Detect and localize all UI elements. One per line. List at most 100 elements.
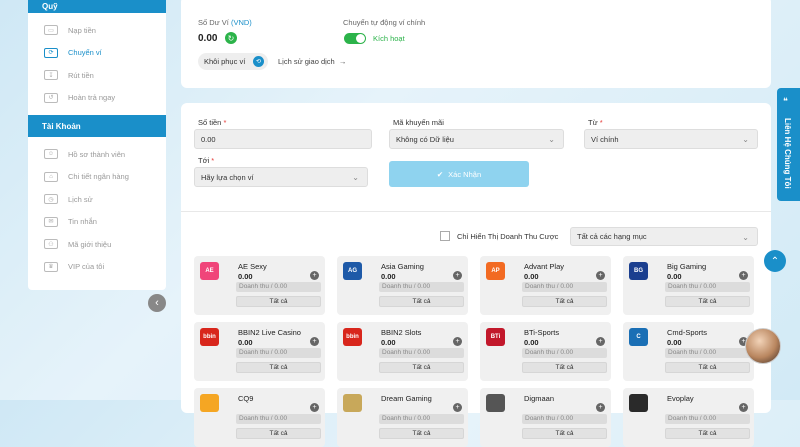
transfer-all-button[interactable]: Tất cả [665,428,750,439]
revenue-field: Doanh thu / 0.00 [379,348,464,358]
amount-input[interactable]: 0.00 [194,129,372,149]
add-funds-icon[interactable]: + [453,337,462,346]
add-funds-icon[interactable]: + [739,271,748,280]
add-funds-icon[interactable]: + [453,271,462,280]
sidebar-item-label: Tin nhắn [68,217,97,227]
provider-name: Dream Gaming [381,394,432,403]
game-wallet-card: Evoplay + Doanh thu / 0.00 Tất cả [623,388,754,447]
chat-bubble-icon: ❝ [783,96,788,106]
sidebar-item-rebate[interactable]: ↺ Hoàn trả ngay [28,87,166,110]
provider-name: BBIN2 Live Casino [238,328,301,337]
sidebar-item-history[interactable]: ◷ Lịch sử [28,188,166,211]
transfer-all-button[interactable]: Tất cả [522,428,607,439]
add-funds-icon[interactable]: + [596,403,605,412]
transfer-all-button[interactable]: Tất cả [379,362,464,373]
revenue-field: Doanh thu / 0.00 [522,348,607,358]
restore-wallet-button[interactable]: Khôi phục ví ⟲ [198,53,268,70]
balance-label: Số Dư Ví (VND) [198,18,252,27]
add-funds-icon[interactable]: + [310,337,319,346]
provider-logo-icon: bbin [200,328,219,346]
transfer-all-button[interactable]: Tất cả [379,296,464,307]
provider-logo-icon [200,394,219,412]
to-select[interactable]: Hãy lựa chọn ví ⌄ [194,167,368,187]
sidebar-item-transfer[interactable]: ⟳ Chuyển ví [28,42,166,65]
required-mark: * [223,118,227,127]
game-wallet-card: CQ9 + Doanh thu / 0.00 Tất cả [194,388,325,447]
game-wallet-card: BTi BTi-Sports 0.00 + Doanh thu / 0.00 Tất cả [480,322,611,381]
provider-name: Asia Gaming [381,262,424,271]
game-wallet-card: AG Asia Gaming 0.00 + Doanh thu / 0.00 Tất cả [337,256,468,315]
from-value: Ví chính [591,134,619,144]
sidebar-item-withdraw[interactable]: ↧ Rút tiền [28,64,166,87]
bank-icon: ⌂ [44,171,58,182]
account-section-header: Tài Khoản [28,115,166,137]
arrow-right-icon: → [338,57,347,66]
amount-label-text: Số tiền [198,118,222,127]
check-icon: ✔ [436,169,444,179]
provider-logo-icon: AP [486,262,505,280]
provider-name: Digmaan [524,394,555,403]
transfer-all-button[interactable]: Tất cả [522,296,607,307]
game-wallet-card: Dream Gaming + Doanh thu / 0.00 Tất cả [337,388,468,447]
promo-select[interactable]: Không có Dữ liệu ⌄ [389,129,564,149]
required-mark: * [211,156,215,165]
refresh-icon[interactable]: ↻ [225,32,237,44]
confirm-button[interactable]: ✔ Xác Nhận [389,161,529,187]
revenue-only-checkbox[interactable] [440,231,450,241]
auto-transfer-label: Chuyển tự động ví chính [343,18,426,27]
sidebar-item-label: Hoàn trả ngay [68,93,116,103]
provider-balance: 0.00 [238,272,253,281]
sidebar-item-label: Hồ sơ thành viên [68,149,126,159]
transfer-all-button[interactable]: Tất cả [236,296,321,307]
game-wallet-card: C Cmd-Sports 0.00 + Doanh thu / 0.00 Tất cả [623,322,754,381]
transfer-all-button[interactable]: Tất cả [379,428,464,439]
to-value: Hãy lựa chọn ví [201,172,254,182]
amount-value: 0.00 [201,134,216,144]
sidebar-item-deposit[interactable]: ▭ Nạp tiền [28,19,166,42]
add-funds-icon[interactable]: + [310,403,319,412]
contact-us-tab[interactable]: ❝ Liên Hệ Chúng Tôi [777,88,800,201]
transfer-all-button[interactable]: Tất cả [665,296,750,307]
add-funds-icon[interactable]: + [596,271,605,280]
history-icon: ◷ [44,194,58,205]
sidebar-item-profile[interactable]: ☺ Hồ sơ thành viên [28,143,166,166]
auto-transfer-toggle[interactable] [344,33,366,44]
add-funds-icon[interactable]: + [596,337,605,346]
provider-balance: 0.00 [524,338,539,347]
sidebar-item-vip[interactable]: ♛ VIP của tôi [28,256,166,279]
revenue-only-label: Chỉ Hiển Thị Doanh Thu Cược [457,232,559,241]
game-wallet-card: bbin BBIN2 Live Casino 0.00 + Doanh thu / 0.… [194,322,325,381]
game-wallet-card: Digmaan + Doanh thu / 0.00 Tất cả [480,388,611,447]
chevron-down-icon: ⌄ [352,173,359,182]
add-funds-icon[interactable]: + [310,271,319,280]
transfer-all-button[interactable]: Tất cả [522,362,607,373]
add-funds-icon[interactable]: + [453,403,462,412]
currency-label: (VND) [230,18,252,27]
sidebar-item-messages[interactable]: ✉ Tin nhắn [28,211,166,234]
transfer-icon: ⟳ [44,47,58,58]
revenue-field: Doanh thu / 0.00 [665,282,750,292]
profile-icon: ☺ [44,149,58,160]
support-avatar[interactable] [745,328,781,364]
promo-value: Không có Dữ liệu [396,134,454,144]
transfer-all-button[interactable]: Tất cả [665,362,750,373]
fund-section-header: Quỹ [28,0,166,13]
sidebar: Quỹ ▭ Nạp tiền ⟳ Chuyển ví ↧ Rút tiền ↺ Hoàn… [28,0,166,290]
add-funds-icon[interactable]: + [739,403,748,412]
transfer-all-button[interactable]: Tất cả [236,428,321,439]
transaction-history-link[interactable]: Lịch sử giao dịch → [278,57,346,66]
revenue-field: Doanh thu / 0.00 [379,282,464,292]
provider-balance: 0.00 [381,338,396,347]
to-label: Tới * [198,156,214,165]
revenue-field: Doanh thu / 0.00 [665,414,750,424]
provider-name: AE Sexy [238,262,267,271]
sidebar-item-referral[interactable]: ⚇ Mã giới thiệu [28,233,166,256]
scroll-top-button[interactable]: ⌃ [764,250,786,272]
sidebar-item-bank[interactable]: ⌂ Chi tiết ngân hàng [28,166,166,189]
chevron-down-icon: ⌄ [742,233,749,242]
transfer-all-button[interactable]: Tất cả [236,362,321,373]
category-select[interactable]: Tất cả các hạng mục ⌄ [570,227,758,246]
game-wallet-card: bbin BBIN2 Slots 0.00 + Doanh thu / 0.00 Tất … [337,322,468,381]
sidebar-collapse-button[interactable]: ‹ [148,294,166,312]
from-select[interactable]: Ví chính ⌄ [584,129,758,149]
